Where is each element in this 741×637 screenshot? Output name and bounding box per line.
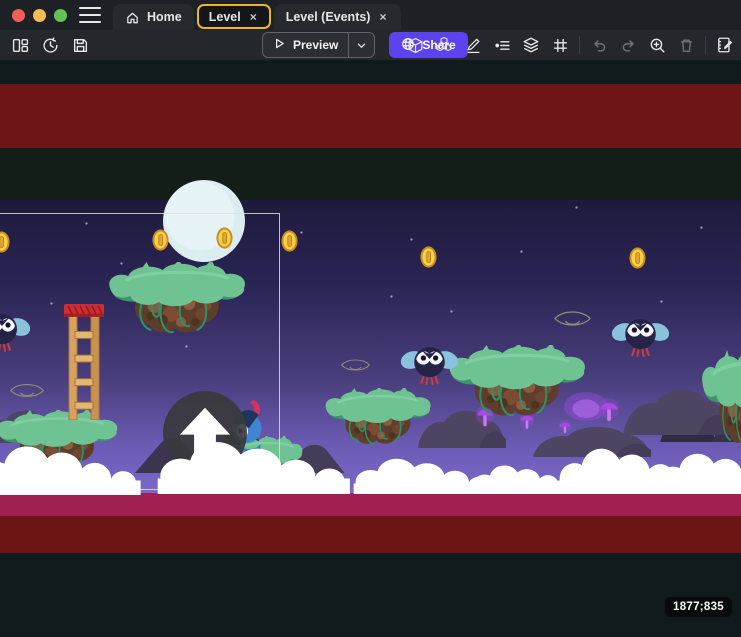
redo-icon[interactable] <box>618 35 638 55</box>
star <box>520 250 523 253</box>
notes-edit-icon[interactable] <box>715 35 735 55</box>
chevron-down-icon <box>356 40 367 51</box>
cloud <box>150 432 355 494</box>
play-icon <box>273 37 286 53</box>
tab-strip: Home Level × Level (Events) × <box>113 0 401 30</box>
tab-level-events[interactable]: Level (Events) × <box>274 4 401 30</box>
edit-pencil-icon[interactable] <box>463 35 483 55</box>
cloud <box>0 437 145 495</box>
star <box>575 206 578 209</box>
history-icon[interactable] <box>40 35 60 55</box>
panels-icon[interactable] <box>10 35 30 55</box>
preview-dropdown-button[interactable] <box>348 33 374 57</box>
tab-label: Level <box>209 10 241 24</box>
mushroom <box>558 418 572 435</box>
coin[interactable] <box>281 230 298 252</box>
preview-button[interactable]: Preview <box>262 32 375 58</box>
tab-label: Level (Events) <box>286 10 371 24</box>
object-groups-icon[interactable] <box>434 35 454 55</box>
toolbar-right-group <box>405 35 735 55</box>
cursor-coordinates-badge: 1877;835 <box>665 597 732 617</box>
coin[interactable] <box>420 246 437 268</box>
eye-outline[interactable] <box>340 356 371 374</box>
instances-list-icon[interactable] <box>492 35 512 55</box>
tab-home[interactable]: Home <box>113 4 194 30</box>
undo-icon[interactable] <box>589 35 609 55</box>
preview-label: Preview <box>293 38 338 52</box>
objects-cube-icon[interactable] <box>405 35 425 55</box>
tab-label: Home <box>147 10 182 24</box>
bat-enemy[interactable] <box>612 311 669 357</box>
minimize-window-button[interactable] <box>33 9 46 22</box>
toolbar-separator <box>579 36 580 54</box>
platform[interactable] <box>700 350 741 445</box>
tab-level[interactable]: Level × <box>197 4 271 29</box>
star <box>450 310 453 313</box>
zoom-in-icon[interactable] <box>647 35 667 55</box>
star <box>300 231 303 234</box>
home-icon <box>125 10 140 25</box>
delete-icon[interactable] <box>676 35 696 55</box>
coin[interactable] <box>629 247 646 269</box>
close-tab-icon[interactable]: × <box>248 9 259 25</box>
toolbar-left-group <box>0 35 90 55</box>
zoom-window-button[interactable] <box>54 9 67 22</box>
scene-canvas[interactable] <box>0 0 741 637</box>
eye-outline[interactable] <box>553 307 592 330</box>
star <box>410 238 413 241</box>
grid-icon[interactable] <box>550 35 570 55</box>
bat-enemy[interactable] <box>401 339 458 385</box>
toolbar: Preview Share <box>0 30 741 61</box>
star <box>660 300 663 303</box>
toolbar-separator <box>705 36 706 54</box>
mushroom <box>598 395 620 424</box>
save-icon[interactable] <box>70 35 90 55</box>
star <box>700 226 703 229</box>
close-tab-icon[interactable]: × <box>377 9 388 25</box>
hamburger-menu-icon[interactable] <box>79 7 101 23</box>
cloud <box>652 446 741 494</box>
titlebar: Home Level × Level (Events) × <box>0 0 741 30</box>
close-window-button[interactable] <box>12 9 25 22</box>
app-window: 1877;835 Home Level × Level (Events) × <box>0 0 741 637</box>
platform[interactable] <box>446 345 588 417</box>
layers-icon[interactable] <box>521 35 541 55</box>
star <box>390 295 393 298</box>
traffic-lights <box>0 9 77 22</box>
